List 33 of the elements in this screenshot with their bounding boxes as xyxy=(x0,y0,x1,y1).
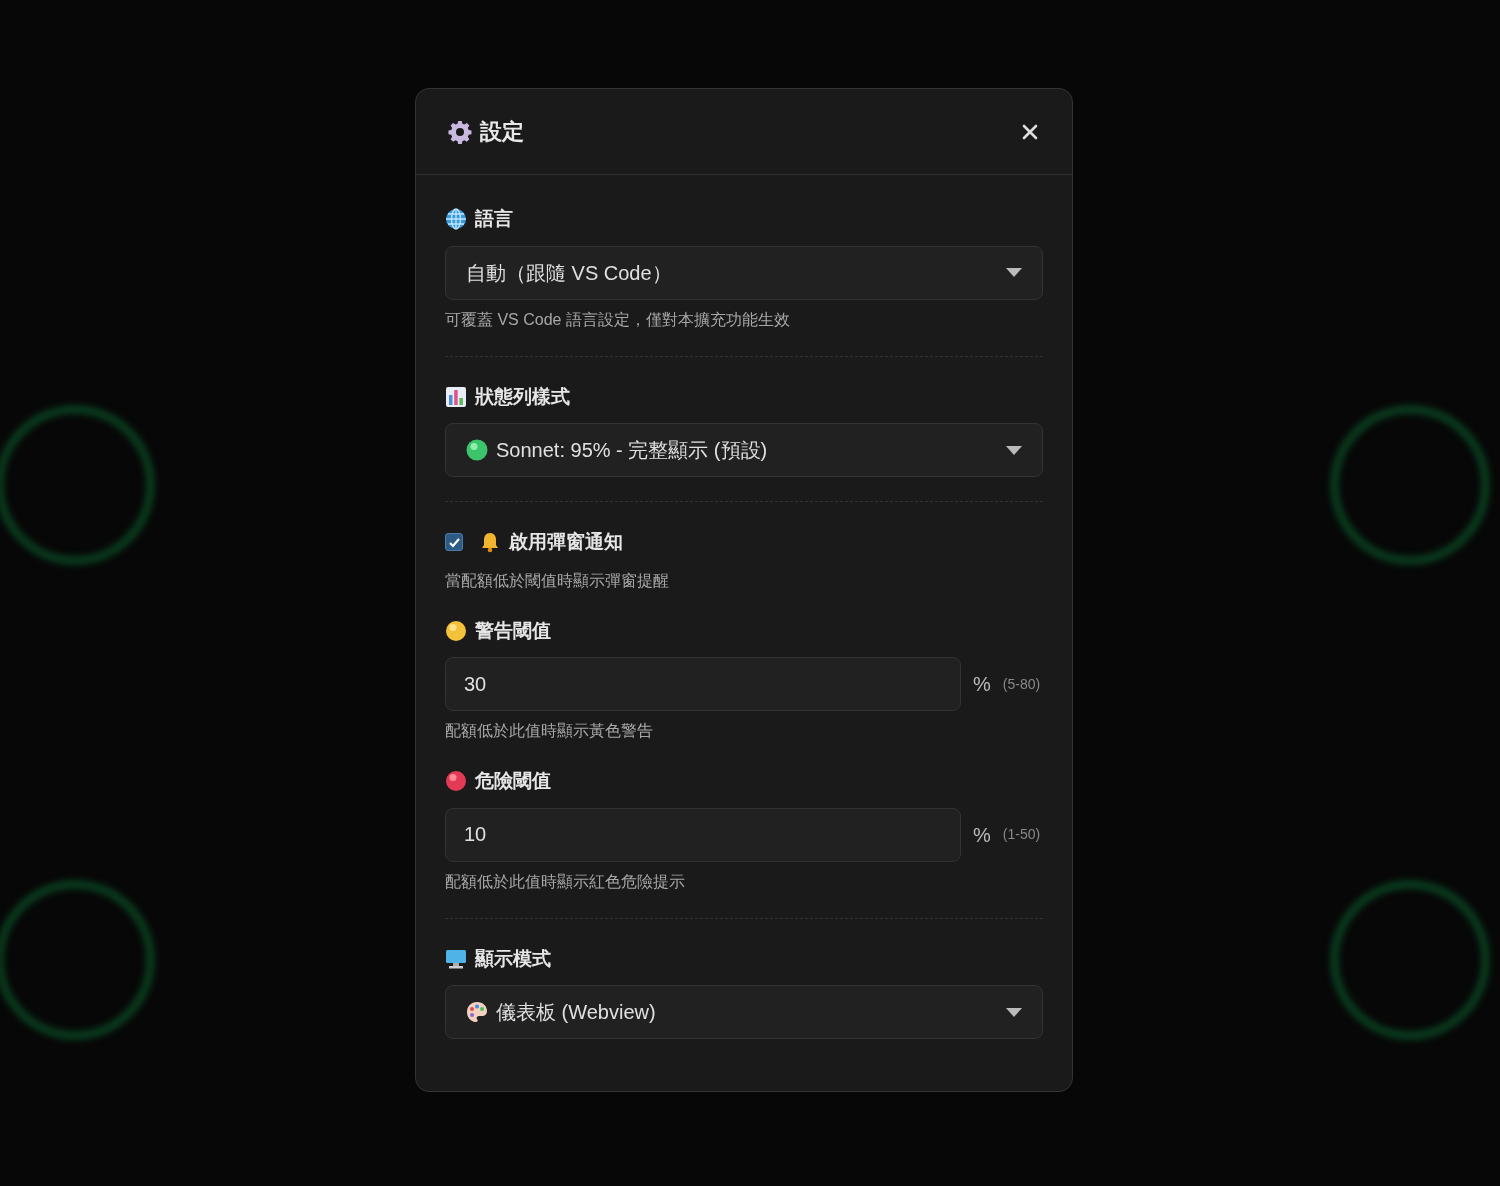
gear-icon xyxy=(448,119,472,144)
range-text: (5-80) xyxy=(1002,674,1041,694)
number-input-field[interactable]: 30 xyxy=(445,657,961,711)
setting-label: 危險閾值 xyxy=(475,769,551,793)
dropdown-caret-icon xyxy=(1006,1007,1022,1017)
setting-label: 語言 xyxy=(475,207,513,231)
dropdown-caret-icon xyxy=(1006,268,1022,277)
dialog-title: 設定 xyxy=(480,118,524,146)
bar-chart-icon xyxy=(445,385,467,408)
setting-label: 警告閾值 xyxy=(475,618,551,643)
bell-icon xyxy=(479,531,501,554)
unit-text: % xyxy=(973,672,991,697)
setting-label: 啟用彈窗通知 xyxy=(509,530,623,554)
dropdown-caret-icon xyxy=(1006,445,1022,455)
hint-text: 可覆蓋 VS Code 語言設定，僅對本擴充功能生效 xyxy=(445,309,791,330)
range-text: (1-50) xyxy=(1002,825,1041,844)
hint-text: 配額低於此值時顯示黃色警告 xyxy=(445,721,654,741)
hint-text: 配額低於此值時顯示紅色危險提示 xyxy=(445,871,686,892)
checkbox[interactable] xyxy=(445,533,463,552)
unit-text: % xyxy=(973,822,991,848)
setting-label: 顯示模式 xyxy=(475,946,551,971)
status-dot-icon xyxy=(466,439,488,461)
palette-icon xyxy=(466,1001,488,1023)
number-input-field[interactable]: 10 xyxy=(445,807,961,862)
globe-icon xyxy=(445,208,467,231)
dropdown-select[interactable]: 自動（跟隨 VS Code） xyxy=(445,245,1043,300)
danger-dot-icon xyxy=(445,770,467,793)
dropdown-select[interactable]: Sonnet: 95% - 完整顯示 (預設) xyxy=(445,423,1043,477)
monitor-icon xyxy=(445,947,467,970)
dropdown-select[interactable]: 儀表板 (Webview) xyxy=(445,985,1043,1039)
setting-label: 狀態列樣式 xyxy=(475,384,570,409)
warning-dot-icon xyxy=(445,619,467,642)
hint-text: 當配額低於閾值時顯示彈窗提醒 xyxy=(445,570,670,591)
